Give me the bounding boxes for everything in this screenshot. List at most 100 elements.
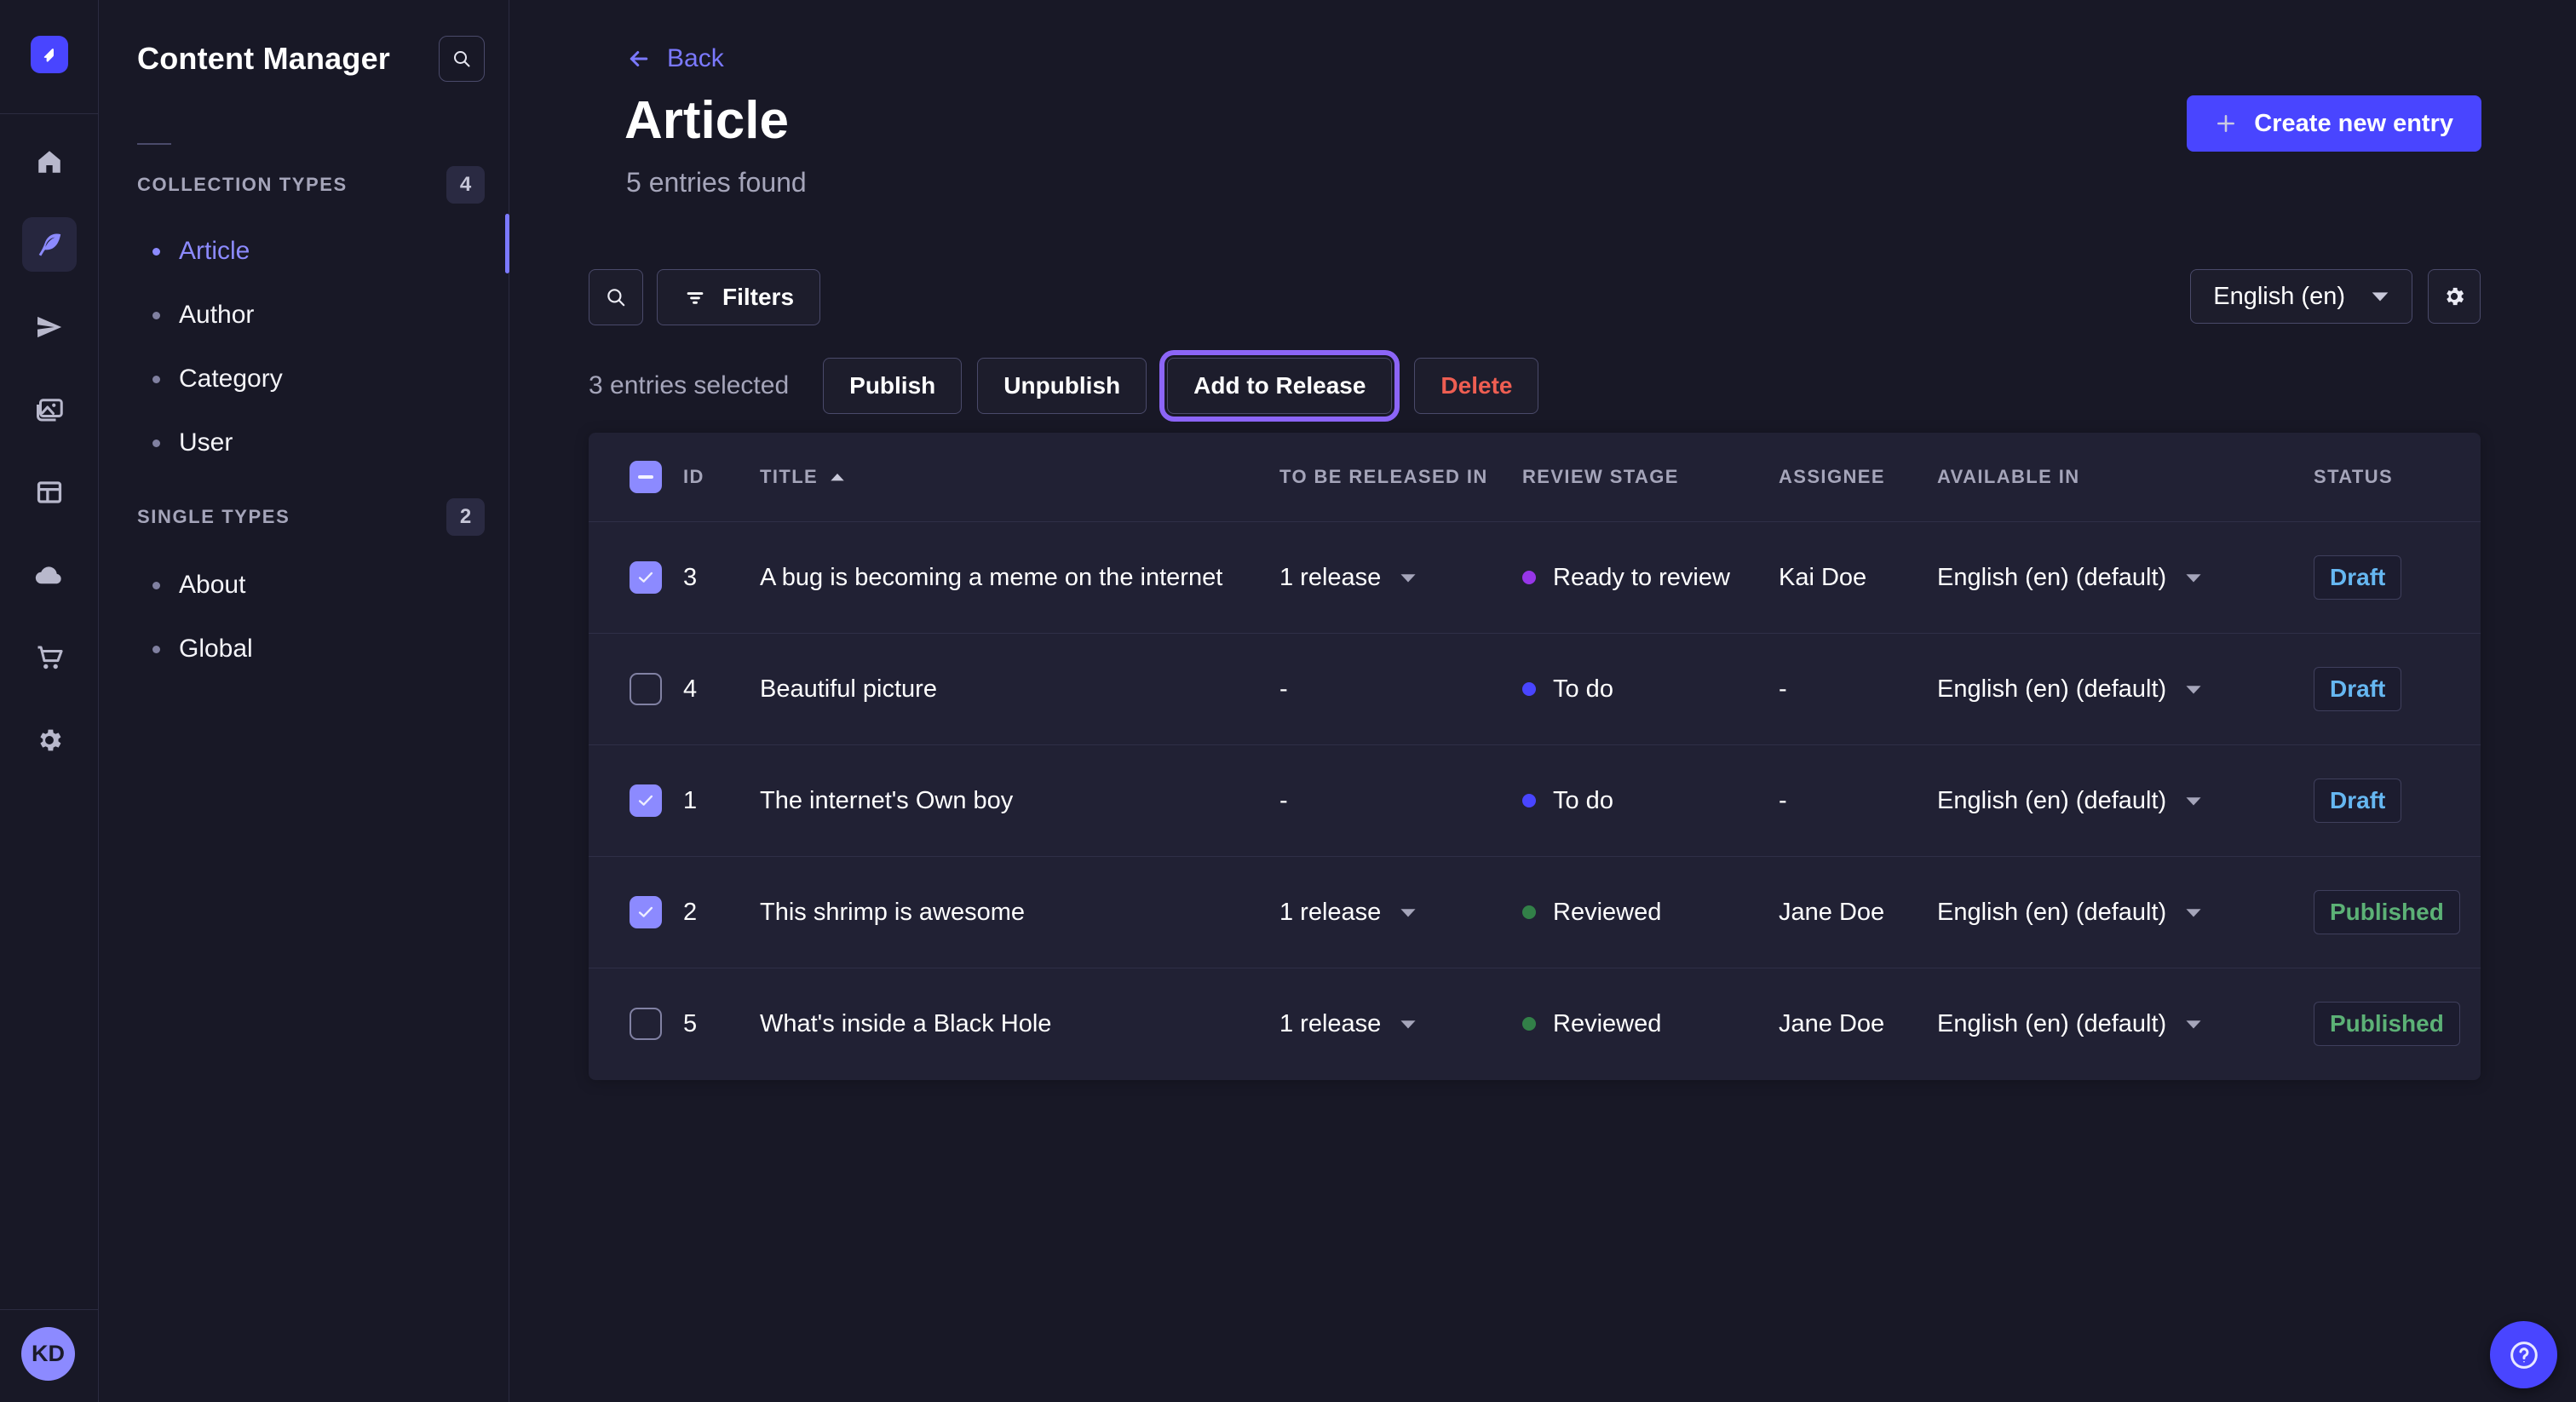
select-all-checkbox[interactable] bbox=[630, 461, 662, 493]
strapi-logo[interactable] bbox=[31, 36, 68, 73]
sidebar-item-user[interactable]: User bbox=[100, 411, 509, 474]
rail-content-type-builder-icon[interactable] bbox=[22, 465, 77, 520]
view-settings-button[interactable] bbox=[2428, 269, 2481, 324]
col-header-available-in[interactable]: AVAILABLE IN bbox=[1937, 466, 2314, 488]
assignee-value: - bbox=[1779, 675, 1937, 704]
col-header-title[interactable]: TITLE bbox=[760, 466, 1279, 488]
row-checkbox[interactable] bbox=[630, 1008, 662, 1040]
table-row[interactable]: 5 What's inside a Black Hole 1 release R… bbox=[589, 968, 2481, 1079]
status-badge[interactable]: Draft bbox=[2314, 555, 2401, 600]
user-avatar[interactable]: KD bbox=[21, 1327, 75, 1381]
single-types-label: SINGLE TYPES bbox=[137, 506, 290, 528]
col-header-id[interactable]: ID bbox=[683, 466, 760, 488]
assignee-value: Kai Doe bbox=[1779, 564, 1937, 592]
row-checkbox[interactable] bbox=[630, 561, 662, 594]
rail-content-manager-icon[interactable] bbox=[22, 217, 77, 272]
question-icon bbox=[2507, 1338, 2541, 1372]
release-cell[interactable]: - bbox=[1279, 787, 1522, 815]
sidebar-item-article[interactable]: Article bbox=[100, 220, 509, 283]
check-icon bbox=[636, 903, 655, 922]
bullet-icon bbox=[152, 312, 160, 319]
locale-cell[interactable]: English (en) (default) bbox=[1937, 899, 2314, 927]
table-body: 3 A bug is becoming a meme on the intern… bbox=[589, 521, 2481, 1079]
chevron-down-icon bbox=[1400, 1019, 1417, 1030]
entry-title: The internet's Own boy bbox=[760, 787, 1279, 815]
col-header-assignee[interactable]: ASSIGNEE bbox=[1779, 466, 1937, 488]
review-stage-cell: To do bbox=[1522, 787, 1779, 815]
help-button[interactable] bbox=[2490, 1321, 2557, 1388]
row-checkbox[interactable] bbox=[630, 784, 662, 817]
table-row[interactable]: 3 A bug is becoming a meme on the intern… bbox=[589, 521, 2481, 633]
gear-icon bbox=[2442, 284, 2466, 308]
sidebar-item-global[interactable]: Global bbox=[100, 618, 509, 681]
stage-dot-icon bbox=[1522, 1017, 1536, 1031]
release-cell[interactable]: 1 release bbox=[1279, 564, 1522, 592]
locale-cell[interactable]: English (en) (default) bbox=[1937, 564, 2314, 592]
rail-deploy-cloud-icon[interactable] bbox=[22, 548, 77, 602]
delete-button[interactable]: Delete bbox=[1414, 358, 1538, 414]
stage-label: To do bbox=[1553, 787, 1613, 815]
page-title: Article bbox=[624, 90, 789, 151]
sidebar-item-category[interactable]: Category bbox=[100, 348, 509, 411]
sidebar-search-button[interactable] bbox=[439, 36, 485, 82]
main-nav-rail: KD bbox=[0, 0, 99, 1402]
create-new-entry-button[interactable]: Create new entry bbox=[2187, 95, 2481, 152]
sidebar-item-author[interactable]: Author bbox=[100, 284, 509, 347]
release-value: - bbox=[1279, 787, 1288, 815]
table-row[interactable]: 2 This shrimp is awesome 1 release Revie… bbox=[589, 856, 2481, 968]
entry-id: 3 bbox=[683, 564, 760, 592]
release-cell[interactable]: 1 release bbox=[1279, 1010, 1522, 1038]
locale-cell[interactable]: English (en) (default) bbox=[1937, 787, 2314, 815]
stage-label: To do bbox=[1553, 675, 1613, 704]
release-cell[interactable]: - bbox=[1279, 675, 1522, 704]
add-to-release-button[interactable]: Add to Release bbox=[1167, 358, 1392, 414]
entries-count-text: 5 entries found bbox=[626, 167, 807, 198]
rail-settings-gear-icon[interactable] bbox=[22, 713, 77, 767]
table-row[interactable]: 4 Beautiful picture - To do - English (e… bbox=[589, 633, 2481, 744]
unpublish-button[interactable]: Unpublish bbox=[977, 358, 1147, 414]
plus-icon bbox=[2215, 112, 2237, 135]
sidebar-item-about[interactable]: About bbox=[100, 554, 509, 617]
row-checkbox[interactable] bbox=[630, 896, 662, 928]
filters-label: Filters bbox=[722, 284, 794, 311]
entries-table: ID TITLE TO BE RELEASED IN REVIEW STAGE … bbox=[589, 433, 2481, 1080]
locale-cell[interactable]: English (en) (default) bbox=[1937, 675, 2314, 704]
rail-media-library-icon[interactable] bbox=[22, 382, 77, 437]
rail-home-icon[interactable] bbox=[22, 135, 77, 189]
row-checkbox[interactable] bbox=[630, 673, 662, 705]
status-badge[interactable]: Published bbox=[2314, 890, 2460, 934]
col-header-status[interactable]: STATUS bbox=[2314, 466, 2481, 488]
status-badge[interactable]: Draft bbox=[2314, 779, 2401, 823]
release-value: 1 release bbox=[1279, 1010, 1381, 1038]
list-search-button[interactable] bbox=[589, 269, 643, 325]
chevron-down-icon bbox=[2185, 572, 2202, 583]
back-link[interactable]: Back bbox=[626, 44, 724, 73]
locale-value: English (en) (default) bbox=[1937, 1010, 2166, 1038]
status-badge[interactable]: Published bbox=[2314, 1002, 2460, 1046]
sidebar-title: Content Manager bbox=[137, 41, 390, 77]
filters-button[interactable]: Filters bbox=[657, 269, 820, 325]
bullet-icon bbox=[152, 376, 160, 383]
locale-cell[interactable]: English (en) (default) bbox=[1937, 1010, 2314, 1038]
rail-releases-icon[interactable] bbox=[22, 300, 77, 354]
sidebar-item-label: Author bbox=[179, 301, 254, 330]
table-row[interactable]: 1 The internet's Own boy - To do - Engli… bbox=[589, 744, 2481, 856]
rail-marketplace-cart-icon[interactable] bbox=[22, 630, 77, 685]
locale-value: English (en) (default) bbox=[1937, 564, 2166, 592]
sidebar-item-label: About bbox=[179, 571, 245, 600]
col-header-review-stage[interactable]: REVIEW STAGE bbox=[1522, 466, 1779, 488]
search-icon bbox=[451, 49, 472, 69]
entry-title: Beautiful picture bbox=[760, 675, 1279, 704]
review-stage-cell: To do bbox=[1522, 675, 1779, 704]
main-content: Back Article 5 entries found Create new … bbox=[510, 0, 2576, 1402]
status-badge[interactable]: Draft bbox=[2314, 667, 2401, 711]
check-icon bbox=[636, 791, 655, 810]
col-header-release[interactable]: TO BE RELEASED IN bbox=[1279, 466, 1522, 488]
entry-title: This shrimp is awesome bbox=[760, 899, 1279, 927]
publish-button[interactable]: Publish bbox=[823, 358, 962, 414]
entry-id: 5 bbox=[683, 1010, 760, 1038]
stage-dot-icon bbox=[1522, 682, 1536, 696]
chevron-down-icon bbox=[2185, 1019, 2202, 1030]
release-cell[interactable]: 1 release bbox=[1279, 899, 1522, 927]
locale-select[interactable]: English (en) bbox=[2190, 269, 2412, 324]
